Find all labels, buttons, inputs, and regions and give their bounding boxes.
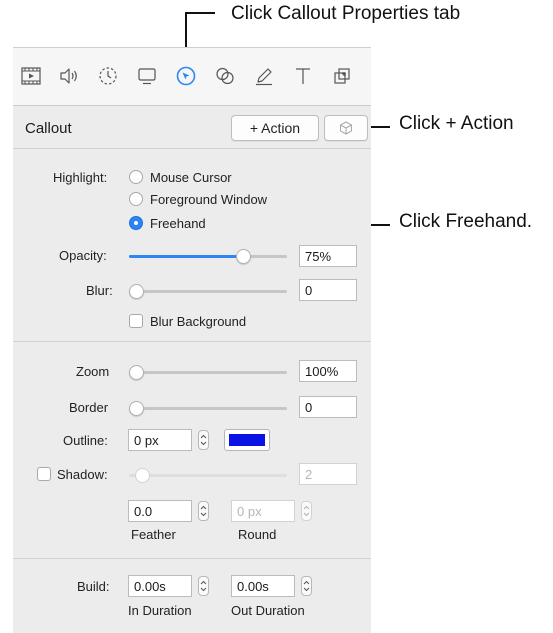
blur-input[interactable]: 0 [299,279,357,301]
round-stepper[interactable] [301,501,312,521]
opacity-slider[interactable] [129,255,287,258]
radio-freehand-label[interactable]: Freehand [150,216,206,231]
in-duration-stepper[interactable] [198,576,209,596]
build-label: Build: [77,579,110,594]
feather-input[interactable]: 0.0 [128,500,192,522]
shadow-label[interactable]: Shadow: [57,467,108,482]
shadow-input[interactable]: 2 [299,463,357,485]
highlight-label: Highlight: [53,170,108,185]
radio-freehand[interactable] [129,216,143,230]
properties-toolbar [13,47,371,106]
radio-mouse-cursor-label[interactable]: Mouse Cursor [150,170,232,185]
blur-label: Blur: [86,283,113,298]
radio-mouse-cursor[interactable] [129,170,143,184]
outline-section-divider [13,558,371,559]
out-duration-input[interactable]: 0.00s [231,575,295,597]
radio-foreground-window[interactable] [129,192,143,206]
round-label: Round [238,527,277,542]
zoom-input[interactable]: 100% [299,360,357,382]
out-duration-label: Out Duration [231,603,305,618]
panel-title: Callout [25,120,72,137]
outline-label: Outline: [63,433,108,448]
border-slider-knob[interactable] [129,401,144,416]
border-slider[interactable] [129,407,287,410]
opacity-label: Opacity: [59,248,107,263]
radio-foreground-window-label[interactable]: Foreground Window [150,192,267,207]
zoom-slider-knob[interactable] [129,365,144,380]
freehand-callout-annotation: Click Freehand. [399,211,533,232]
opacity-slider-fill [129,255,244,258]
callout-properties-panel: Callout + Action Highlight: Mouse Cursor… [13,47,371,633]
shadow-slider-knob[interactable] [135,468,150,483]
opacity-input[interactable]: 75% [299,245,357,267]
tab-callout-annotation: Click Callout Properties tab [231,3,461,24]
blur-slider[interactable] [129,290,287,293]
video-icon[interactable] [20,65,42,87]
action-callout-annotation: Click + Action [399,113,514,134]
outline-color-swatch[interactable] [224,429,270,451]
transition-icon[interactable] [97,65,119,87]
interactivity-icon[interactable] [331,65,353,87]
blur-background-label[interactable]: Blur Background [150,314,246,329]
add-action-button[interactable]: + Action [231,115,319,141]
outline-input[interactable]: 0 px [128,429,192,451]
filter-icon[interactable] [214,65,236,87]
audio-icon[interactable] [58,65,80,87]
opacity-slider-knob[interactable] [236,249,251,264]
text-icon[interactable] [292,65,314,87]
feather-stepper[interactable] [198,501,209,521]
outline-stepper[interactable] [198,430,209,450]
opacity-section-divider [13,341,371,342]
shadow-slider[interactable] [129,474,287,477]
annotation-pen-icon[interactable] [253,65,275,87]
border-label: Border [69,400,109,415]
cube-button[interactable] [324,115,368,141]
blur-background-checkbox[interactable] [129,314,143,328]
in-duration-label: In Duration [128,603,192,618]
cube-icon [338,120,354,136]
feather-label: Feather [131,527,176,542]
shadow-checkbox[interactable] [37,467,51,481]
screen-icon[interactable] [136,65,158,87]
outline-color-fill [229,434,265,446]
header-divider [13,148,371,149]
round-input[interactable]: 0 px [231,500,295,522]
in-duration-input[interactable]: 0.00s [128,575,192,597]
border-input[interactable]: 0 [299,396,357,418]
zoom-slider[interactable] [129,371,287,374]
tab-callout-line-horizontal [185,12,215,14]
out-duration-stepper[interactable] [301,576,312,596]
blur-slider-knob[interactable] [129,284,144,299]
callout-cursor-icon[interactable] [175,65,197,87]
zoom-label: Zoom [76,364,110,379]
